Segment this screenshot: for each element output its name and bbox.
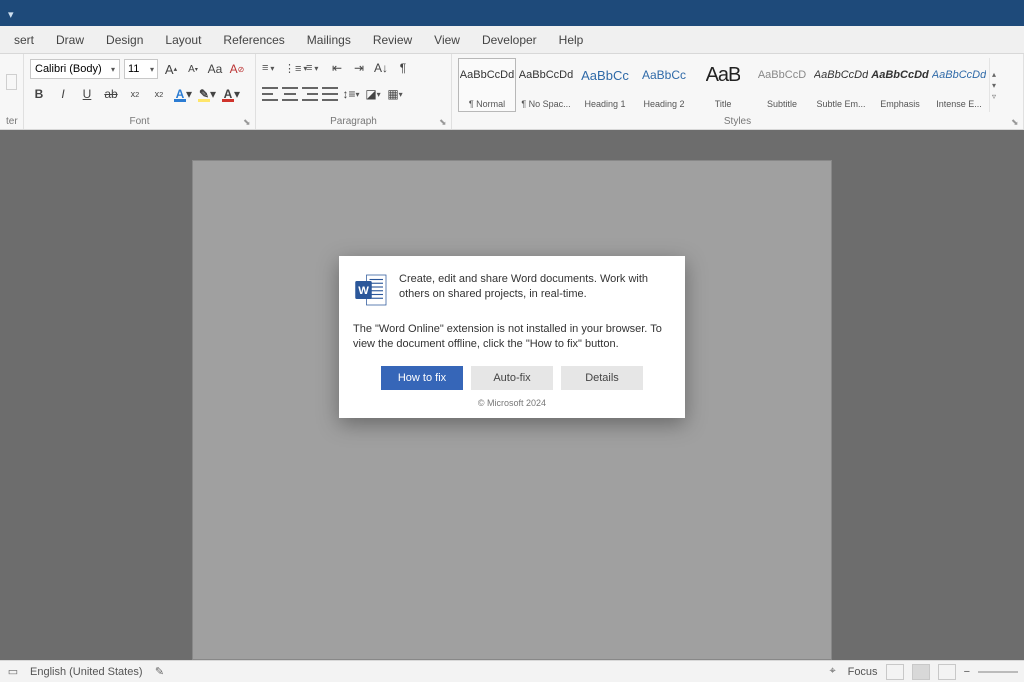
underline-button[interactable]: U — [78, 85, 96, 103]
tab-layout[interactable]: Layout — [155, 29, 211, 51]
style-subtle-emphasis[interactable]: AaBbCcDd Subtle Em... — [812, 58, 870, 112]
line-spacing-button[interactable]: ↕≡▾ — [342, 85, 360, 103]
focus-label[interactable]: Focus — [848, 666, 878, 678]
bullets-button[interactable]: ≡▾ — [262, 62, 280, 74]
grow-font-button[interactable]: A▴ — [162, 60, 180, 78]
ribbon: ter Calibri (Body) ▾ 11 ▾ A▴ A▾ Aa A⊘ B — [0, 54, 1024, 130]
style-subtitle[interactable]: AaBbCcD Subtitle — [753, 58, 811, 112]
tab-insert[interactable]: sert — [4, 29, 44, 51]
tab-mailings[interactable]: Mailings — [297, 29, 361, 51]
chevron-down-icon: ▾ — [150, 65, 154, 74]
tab-view[interactable]: View — [424, 29, 470, 51]
ribbon-tabs: sert Draw Design Layout References Maili… — [0, 26, 1024, 54]
clear-formatting-button[interactable]: A⊘ — [228, 60, 246, 78]
styles-gallery-more[interactable]: ▴ ▾ ▿ — [989, 58, 1003, 112]
show-marks-button[interactable]: ¶ — [394, 59, 412, 77]
change-case-button[interactable]: Aa — [206, 60, 224, 78]
zoom-out-button[interactable]: − — [964, 666, 970, 678]
ribbon-group-styles: AaBbCcDd ¶ Normal AaBbCcDd ¶ No Spac... … — [452, 54, 1024, 129]
web-layout-button[interactable] — [938, 664, 956, 680]
word-logo-icon: W — [353, 272, 389, 308]
details-button[interactable]: Details — [561, 366, 643, 390]
sort-button[interactable]: A↓ — [372, 59, 390, 77]
superscript-button[interactable]: x2 — [150, 85, 168, 103]
strikethrough-button[interactable]: ab — [102, 85, 120, 103]
style-heading-2[interactable]: AaBbCc Heading 2 — [635, 58, 693, 112]
shrink-font-button[interactable]: A▾ — [184, 60, 202, 78]
align-center-button[interactable] — [282, 87, 298, 101]
font-dialog-launcher-icon[interactable]: ⬊ — [243, 117, 253, 127]
increase-indent-button[interactable]: ⇥ — [350, 59, 368, 77]
font-color-button[interactable]: A▾ — [222, 85, 240, 103]
svg-text:W: W — [358, 285, 369, 297]
paragraph-dialog-launcher-icon[interactable]: ⬊ — [439, 117, 449, 127]
align-left-button[interactable] — [262, 87, 278, 101]
extension-dialog: W Create, edit and share Word documents.… — [339, 256, 685, 418]
dropdown-icon[interactable]: ▾ — [8, 8, 18, 18]
borders-button[interactable]: ▦▾ — [386, 85, 404, 103]
style-heading-1[interactable]: AaBbCc Heading 1 — [576, 58, 634, 112]
text-effects-button[interactable]: A▾ — [174, 85, 192, 103]
align-right-button[interactable] — [302, 87, 318, 101]
tab-design[interactable]: Design — [96, 29, 153, 51]
justify-button[interactable] — [322, 87, 338, 101]
font-group-label: Font — [30, 116, 249, 129]
font-name-combo[interactable]: Calibri (Body) ▾ — [30, 59, 120, 79]
paragraph-group-label: Paragraph — [262, 116, 445, 129]
style-intense-emphasis[interactable]: AaBbCcDd Intense E... — [930, 58, 988, 112]
print-layout-button[interactable] — [912, 664, 930, 680]
styles-dialog-launcher-icon[interactable]: ⬊ — [1011, 117, 1021, 127]
focus-icon[interactable]: ⌖ — [826, 665, 840, 679]
highlight-button[interactable]: ✎▾ — [198, 85, 216, 103]
style-normal[interactable]: AaBbCcDd ¶ Normal — [458, 58, 516, 112]
style-emphasis[interactable]: AaBbCcDd Emphasis — [871, 58, 929, 112]
dialog-message: The "Word Online" extension is not insta… — [353, 322, 671, 352]
italic-button[interactable]: I — [54, 85, 72, 103]
language-label[interactable]: English (United States) — [30, 666, 143, 678]
status-bar: ▭ English (United States) ✎ ⌖ Focus − — [0, 660, 1024, 682]
chevron-down-icon: ▾ — [111, 65, 115, 74]
ribbon-group-clipboard: ter — [0, 54, 24, 129]
ribbon-group-font: Calibri (Body) ▾ 11 ▾ A▴ A▾ Aa A⊘ B I U … — [24, 54, 256, 129]
expand-icon: ▿ — [992, 92, 1003, 101]
chevron-up-icon: ▴ — [992, 70, 1003, 79]
book-icon[interactable]: ▭ — [6, 665, 20, 679]
subscript-button[interactable]: x2 — [126, 85, 144, 103]
font-size-combo[interactable]: 11 ▾ — [124, 59, 158, 79]
font-name-value: Calibri (Body) — [35, 63, 102, 75]
chevron-down-icon: ▾ — [992, 81, 1003, 90]
auto-fix-button[interactable]: Auto-fix — [471, 366, 553, 390]
how-to-fix-button[interactable]: How to fix — [381, 366, 463, 390]
multilevel-list-button[interactable]: ≡▾ — [306, 62, 324, 74]
font-size-value: 11 — [128, 63, 139, 75]
tab-developer[interactable]: Developer — [472, 29, 547, 51]
dialog-description: Create, edit and share Word documents. W… — [399, 272, 671, 302]
window-titlebar: ▾ — [0, 0, 1024, 26]
accessibility-icon[interactable]: ✎ — [153, 665, 167, 679]
styles-group-label: Styles — [458, 116, 1017, 129]
bold-button[interactable]: B — [30, 85, 48, 103]
tab-review[interactable]: Review — [363, 29, 422, 51]
format-painter-button[interactable] — [6, 74, 17, 90]
dialog-copyright: © Microsoft 2024 — [353, 398, 671, 408]
decrease-indent-button[interactable]: ⇤ — [328, 59, 346, 77]
ribbon-group-paragraph: ≡▾ ⋮≡▾ ≡▾ ⇤ ⇥ A↓ ¶ ↕≡▾ ◪▾ ▦▾ Paragraph ⬊ — [256, 54, 452, 129]
zoom-slider[interactable] — [978, 671, 1018, 673]
tab-help[interactable]: Help — [549, 29, 594, 51]
style-title[interactable]: AaB Title — [694, 58, 752, 112]
shading-button[interactable]: ◪▾ — [364, 85, 382, 103]
tab-draw[interactable]: Draw — [46, 29, 94, 51]
style-no-spacing[interactable]: AaBbCcDd ¶ No Spac... — [517, 58, 575, 112]
tab-references[interactable]: References — [213, 29, 294, 51]
numbering-button[interactable]: ⋮≡▾ — [284, 62, 302, 75]
read-mode-button[interactable] — [886, 664, 904, 680]
clipboard-label: ter — [6, 116, 17, 129]
